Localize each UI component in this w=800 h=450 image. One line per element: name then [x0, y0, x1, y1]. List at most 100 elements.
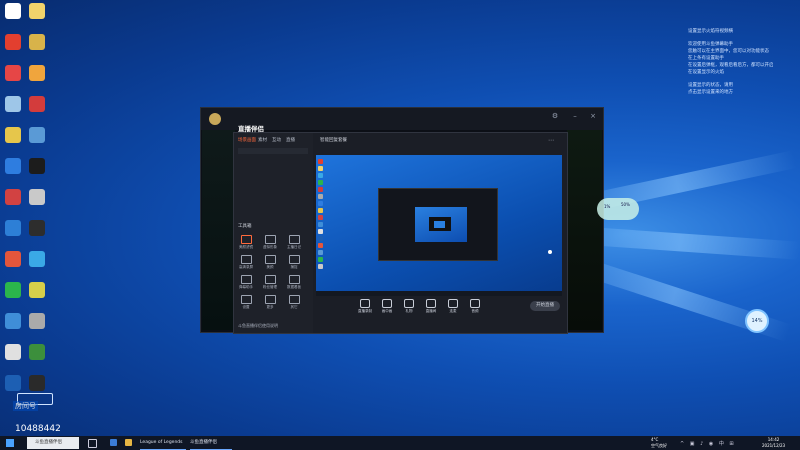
task-view-icon[interactable] — [88, 439, 97, 448]
control-bar: 直播录制 画中画 礼物 直播间 连麦 音频 开始直播 — [316, 297, 566, 321]
tray-icons[interactable]: ^ ▣ ♪ ◉ 中 ⊞ — [680, 440, 750, 447]
taskbar-clock[interactable]: 14:42 2021/12/23 — [762, 437, 785, 449]
tab-assets[interactable]: 素材 — [258, 137, 267, 143]
minimize-icon[interactable]: – — [571, 112, 579, 120]
mic-link-button[interactable]: 连麦 — [444, 299, 462, 314]
app-icon — [29, 127, 45, 143]
desktop-icon[interactable] — [2, 65, 24, 81]
tab-live[interactable]: 直播 — [286, 137, 295, 143]
toolbox-item-label: 美颜 — [266, 265, 274, 269]
toolbox-item-icon — [264, 255, 276, 264]
share-icon[interactable]: ⋯ — [548, 137, 554, 144]
note-line: 在设置后弹框，观看后看后方，都可以开启 — [688, 63, 774, 68]
desktop-icon[interactable] — [2, 34, 24, 50]
desktop-icon[interactable] — [2, 127, 24, 143]
desktop-icon[interactable] — [26, 96, 48, 112]
desktop-icon[interactable] — [26, 127, 48, 143]
weather-widget[interactable]: 4°C 空气良好 — [651, 437, 667, 449]
desktop-icon[interactable] — [2, 375, 24, 391]
toolbox-item[interactable]: 数据看板 — [286, 275, 302, 290]
desktop-icon[interactable] — [26, 313, 48, 329]
desktop-icon[interactable] — [2, 189, 24, 205]
note-line: 您触可以在主界面中，您可以对功能状态 — [688, 49, 769, 54]
toolbox-item-icon — [264, 275, 276, 284]
stream-preview[interactable] — [316, 155, 562, 296]
start-icon[interactable] — [6, 439, 14, 447]
app-icon — [29, 344, 45, 360]
room-icon — [426, 299, 436, 308]
desktop-icon[interactable] — [26, 189, 48, 205]
toolbox-item[interactable]: 高清录屏 — [238, 255, 254, 270]
desktop-icon[interactable] — [26, 3, 48, 19]
disk-widget[interactable]: 1% 50% — [597, 198, 639, 220]
app-icon — [5, 220, 21, 236]
app-icon — [29, 189, 45, 205]
taskbar-item-lol[interactable]: League of Legends — [140, 437, 186, 450]
toolbox-item-icon — [264, 235, 276, 244]
preview-app-icon — [318, 250, 323, 255]
toolbox-item[interactable]: 弹幕助手 — [238, 275, 254, 290]
settings-icon[interactable]: ⚙ — [551, 112, 559, 120]
toolbox-item[interactable]: 虚拟形象 — [262, 235, 278, 250]
desktop-icon[interactable] — [2, 96, 24, 112]
tool-footer-link[interactable]: 斗鱼直播伴侣使用说明 — [238, 323, 278, 329]
desktop-icon[interactable] — [2, 158, 24, 174]
browser-icon[interactable] — [110, 439, 117, 446]
pip-button[interactable]: 画中画 — [378, 299, 396, 314]
desktop-icon[interactable] — [2, 251, 24, 267]
room-button[interactable]: 直播间 — [422, 299, 440, 314]
preview-app-icon — [318, 166, 323, 171]
note-line: 设置显示的状态，请用 — [688, 83, 733, 88]
toolbox-item[interactable]: 其它 — [286, 295, 302, 310]
toolbox-item-label: 数据看板 — [287, 285, 301, 289]
desktop-icon[interactable] — [2, 220, 24, 236]
note-line: 在设置显示的火焰 — [688, 70, 724, 75]
desktop-icon[interactable] — [26, 251, 48, 267]
toolbox-item[interactable]: 粉丝管理 — [262, 275, 278, 290]
tool-header: 智能回复套餐 ⋯ — [316, 133, 566, 155]
toolbox-item[interactable]: 主播日记 — [286, 235, 302, 250]
tab-interact[interactable]: 互动 — [272, 137, 281, 143]
streaming-tool-window[interactable]: 直播伴侣 场景画面 素材 互动 直播 工具箱 美颜滤镜 虚拟形象 主播日记 高清录屏 美… — [233, 125, 568, 334]
toolbox-item-icon — [264, 295, 276, 304]
desktop-icon[interactable] — [26, 34, 48, 50]
taskbar-search-box[interactable]: 斗鱼直播伴侣 — [27, 437, 79, 449]
app-icon — [5, 3, 21, 19]
app-icon — [5, 65, 21, 81]
gift-button[interactable]: 礼物 — [400, 299, 418, 314]
taskbar-item-douyu[interactable]: 斗鱼直播伴侣 — [190, 437, 232, 450]
record-button[interactable]: 直播录制 — [356, 299, 374, 314]
desktop-icon[interactable] — [2, 282, 24, 298]
tab-scene[interactable]: 场景画面 — [238, 137, 256, 143]
toolbox-item[interactable]: 捕捉 — [286, 255, 302, 270]
desktop-icon[interactable] — [26, 65, 48, 81]
start-live-button[interactable]: 开始直播 — [530, 301, 560, 311]
toolbox-item[interactable]: 设置 — [238, 295, 254, 310]
desktop-icon[interactable] — [26, 344, 48, 360]
app-icon — [5, 96, 21, 112]
close-icon[interactable]: × — [589, 112, 597, 120]
nested-preview — [378, 188, 498, 261]
explorer-icon[interactable] — [125, 439, 132, 446]
toolbox-item-label: 其它 — [290, 305, 298, 309]
desktop-icon[interactable] — [26, 158, 48, 174]
desktop-icon[interactable] — [26, 220, 48, 236]
toolbox-item[interactable]: 美颜滤镜 — [238, 235, 254, 250]
desktop-icon[interactable] — [2, 313, 24, 329]
room-label: 房间号 — [13, 401, 38, 411]
app-icon — [29, 313, 45, 329]
toolbox-item-icon — [288, 255, 300, 264]
desktop-icon[interactable] — [26, 282, 48, 298]
desktop-icon[interactable] — [26, 375, 48, 391]
cpu-gauge[interactable]: 14% — [745, 309, 769, 333]
app-icon — [29, 375, 45, 391]
toolbox-item[interactable]: 美颜 — [262, 255, 278, 270]
source-item[interactable] — [238, 148, 308, 154]
audio-button[interactable]: 音频 — [466, 299, 484, 314]
desktop-icon[interactable] — [2, 344, 24, 360]
game-logo-icon — [209, 113, 221, 125]
toolbox-item[interactable]: 更多 — [262, 295, 278, 310]
smart-reply-label[interactable]: 智能回复套餐 — [320, 137, 347, 143]
disk-top-value: 1% — [604, 204, 611, 209]
desktop-icon[interactable] — [2, 3, 24, 19]
